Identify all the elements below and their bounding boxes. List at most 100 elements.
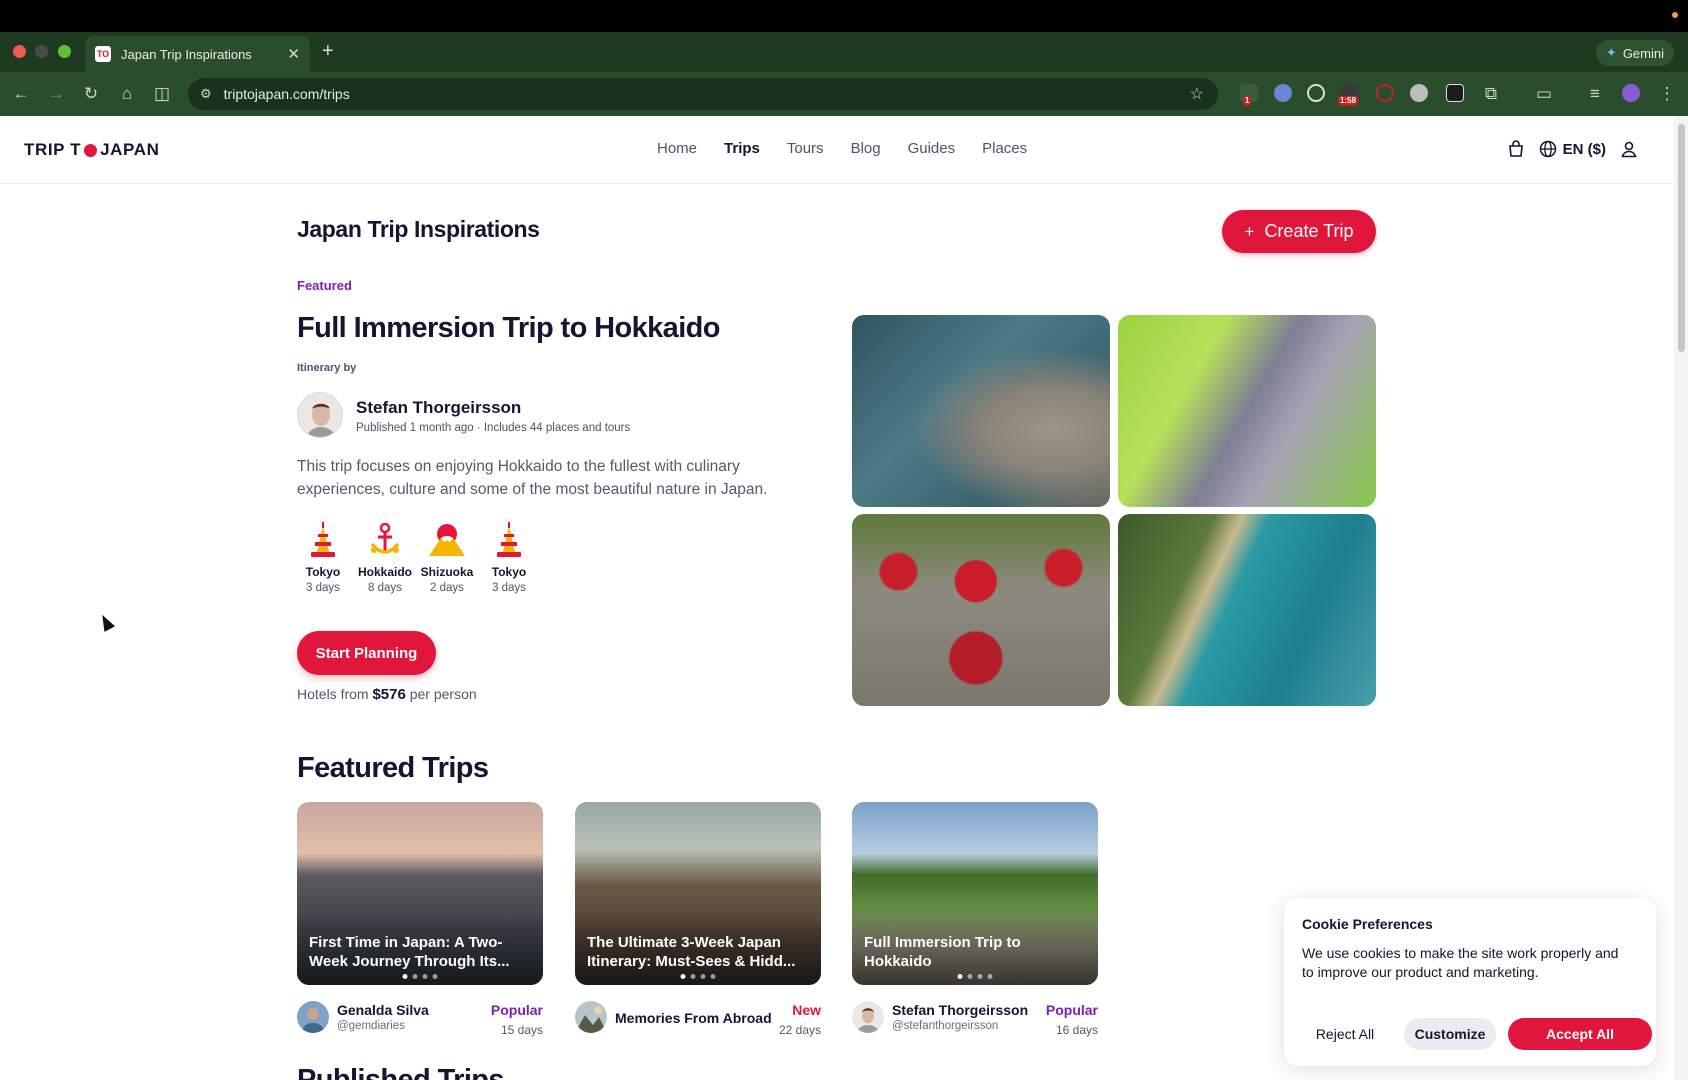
stop-item[interactable]: Hokkaido 8 days [358,520,412,594]
stop-item[interactable]: Tokyo 3 days [297,520,349,594]
reload-icon[interactable]: ↻ [80,83,102,105]
bookmark-star-icon[interactable]: ☆ [1190,84,1204,104]
reject-all-button[interactable]: Reject All [1298,1018,1392,1050]
create-trip-button[interactable]: + Create Trip [1222,210,1376,253]
trip-card-meta: Genalda Silva @gemdiaries Popular 15 day… [297,999,543,1045]
extension-icon[interactable] [1410,84,1428,102]
page-title: Japan Trip Inspirations [297,216,540,242]
nav-places[interactable]: Places [982,140,1027,157]
carousel-dots[interactable] [402,974,438,979]
trip-card-image[interactable]: Full Immersion Trip to Hokkaido [852,802,1098,985]
window-zoom-button[interactable] [58,45,71,58]
card-author-name[interactable]: Genalda Silva [337,1002,429,1018]
extension-icon[interactable] [1446,84,1464,102]
carousel-dots[interactable] [957,974,993,979]
gemini-button[interactable]: ✦ Gemini [1595,40,1674,66]
tokyo-tower-icon [311,522,335,557]
author-avatar[interactable] [297,392,343,438]
card-badge: Popular [490,1002,543,1018]
reading-list-icon[interactable]: ▭ [1533,83,1555,105]
trip-photo-jizo-statues[interactable] [852,514,1110,706]
hotels-prefix: Hotels from [297,686,369,702]
window-minimize-button[interactable] [35,45,48,58]
start-planning-button[interactable]: Start Planning [297,631,436,675]
trip-card[interactable]: Full Immersion Trip to Hokkaido Stefan T… [852,802,1098,1045]
gemini-spark-icon: ✦ [1605,45,1617,60]
tokyo-tower-icon [497,522,521,557]
split-view-icon[interactable]: ◫ [151,83,173,105]
cookie-body: We use cookies to make the site work pro… [1302,945,1619,980]
stop-days: 3 days [306,582,340,594]
nav-tours[interactable]: Tours [787,140,824,157]
user-account-icon[interactable] [1620,140,1638,158]
new-tab-icon[interactable]: + [322,40,334,63]
web-page: TRIP T JAPAN Home Trips Tours Blog Guides… [0,116,1674,1080]
featured-tag: Featured [297,278,352,293]
trip-card-image[interactable]: The Ultimate 3-Week Japan Itinerary: Mus… [575,802,821,985]
media-controls-icon[interactable]: ≡ [1584,83,1606,105]
site-favicon-icon: TO [95,46,111,62]
site-logo[interactable]: TRIP T JAPAN [24,140,160,160]
author-avatar[interactable] [297,1001,329,1033]
nav-guides[interactable]: Guides [908,140,956,157]
extensions-puzzle-icon[interactable]: ⧉ [1480,83,1502,105]
profile-avatar[interactable] [1622,84,1640,102]
nav-blog[interactable]: Blog [851,140,881,157]
author-avatar[interactable] [575,1001,607,1033]
site-info-icon[interactable]: ⚙ [200,86,212,102]
extension-icon[interactable] [1274,84,1292,102]
trip-card-caption: Full Immersion Trip to Hokkaido [864,934,1021,970]
language-selector[interactable]: EN ($) [1539,140,1606,158]
accept-all-button[interactable]: Accept All [1508,1018,1652,1050]
globe-icon [1539,140,1556,158]
tab-close-icon[interactable]: ✕ [287,45,300,63]
browser-menu-icon[interactable]: ⋮ [1656,83,1678,105]
window-close-button[interactable] [13,45,26,58]
forward-icon[interactable]: → [45,83,67,105]
stop-days: 8 days [368,582,402,594]
nav-home[interactable]: Home [657,140,697,157]
trip-photo-sashimi[interactable] [1118,315,1376,507]
home-icon[interactable]: ⌂ [116,83,138,105]
hokkaido-anchor-icon [370,522,400,554]
trip-stops: Tokyo 3 days Hokkaido 8 days Shizuoka 2 … [297,520,535,594]
stop-item[interactable]: Shizuoka 2 days [421,520,473,594]
card-duration: 22 days [778,1023,821,1037]
trip-card[interactable]: The Ultimate 3-Week Japan Itinerary: Mus… [575,802,821,1045]
address-bar[interactable]: ⚙ triptojapan.com/trips ☆ [188,78,1218,110]
cookie-banner: Cookie Preferences We use cookies to mak… [1284,898,1656,1066]
scrollbar-thumb[interactable] [1678,124,1685,352]
customize-button[interactable]: Customize [1404,1018,1496,1050]
featured-trip-title[interactable]: Full Immersion Trip to Hokkaido [297,312,721,345]
trip-photo-coastline[interactable] [1118,514,1376,706]
logo-text-left: TRIP T [24,140,82,159]
extension-icon[interactable] [1376,84,1394,102]
main-nav: Home Trips Tours Blog Guides Places [657,140,1027,157]
trip-card-image[interactable]: First Time in Japan: A Two-Week Journey … [297,802,543,985]
card-author-name[interactable]: Stefan Thorgeirsson [892,1002,1028,1018]
stop-city: Shizuoka [420,565,474,579]
card-badge: New [792,1002,821,1018]
nav-trips[interactable]: Trips [724,140,760,157]
browser-tab-active[interactable]: TO Japan Trip Inspirations ✕ [85,36,310,72]
page-scrollbar[interactable] [1674,116,1688,1080]
back-icon[interactable]: ← [10,83,32,105]
trip-card[interactable]: First Time in Japan: A Two-Week Journey … [297,802,543,1045]
logo-text-right: JAPAN [100,140,160,159]
trip-photo-rocky-shore[interactable] [852,315,1110,507]
macos-menubar [0,0,1688,32]
stop-days: 3 days [492,582,526,594]
shopping-bag-icon[interactable] [1507,140,1525,158]
featured-trips-heading: Featured Trips [297,752,489,784]
author-avatar[interactable] [852,1001,884,1033]
author-name[interactable]: Stefan Thorgeirsson [356,398,521,418]
card-badge: Popular [1045,1002,1098,1018]
extension-sync-icon[interactable] [1307,84,1325,102]
recording-indicator [1672,12,1678,18]
stop-item[interactable]: Tokyo 3 days [483,520,535,594]
stop-days: 2 days [430,582,464,594]
card-author-name[interactable]: Memories From Abroad [615,1010,772,1026]
carousel-dots[interactable] [680,974,716,979]
hotels-suffix: per person [409,686,477,702]
gemini-label: Gemini [1622,45,1664,61]
